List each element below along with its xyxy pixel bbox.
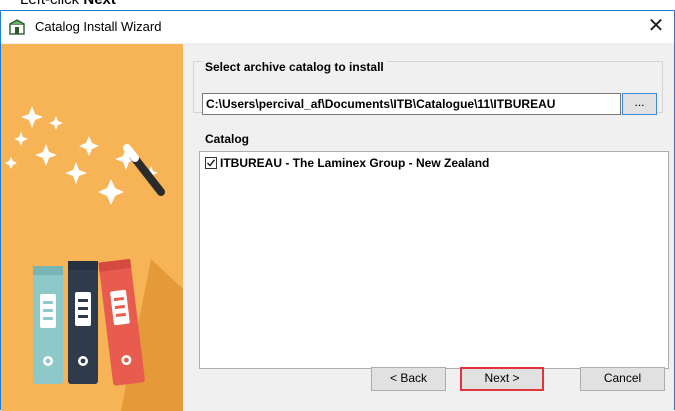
archive-path-input[interactable]: C:\Users\percival_af\Documents\ITB\Catal…: [202, 93, 621, 115]
checkmark-icon: [207, 159, 216, 167]
catalog-list[interactable]: ITBUREAU - The Laminex Group - New Zeala…: [199, 151, 669, 369]
wizard-art-graphic: [1, 44, 183, 411]
window-title: Catalog Install Wizard: [35, 19, 162, 34]
title-bar: Catalog Install Wizard ✕: [1, 11, 674, 43]
catalog-label: Catalog: [202, 132, 253, 146]
wizard-content: Select archive catalog to install C:\Use…: [183, 44, 674, 411]
instruction-prefix: Left-click: [20, 0, 83, 8]
list-item[interactable]: ITBUREAU - The Laminex Group - New Zeala…: [205, 156, 489, 170]
catalog-item-label: ITBUREAU - The Laminex Group - New Zeala…: [220, 156, 490, 170]
archive-label: Select archive catalog to install: [202, 60, 387, 74]
instruction-bold: Next: [83, 0, 116, 8]
browse-button[interactable]: ...: [622, 93, 657, 115]
back-button[interactable]: < Back: [371, 367, 446, 391]
instruction-text: Left-click Next: [20, 0, 116, 9]
wizard-illustration: [1, 44, 183, 411]
wizard-window: Catalog Install Wizard ✕ Select archive …: [0, 10, 675, 411]
app-icon: [9, 19, 25, 35]
cancel-button[interactable]: Cancel: [580, 367, 665, 391]
next-button[interactable]: Next >: [460, 367, 544, 391]
catalog-checkbox[interactable]: [205, 157, 217, 169]
close-icon[interactable]: ✕: [640, 11, 672, 43]
